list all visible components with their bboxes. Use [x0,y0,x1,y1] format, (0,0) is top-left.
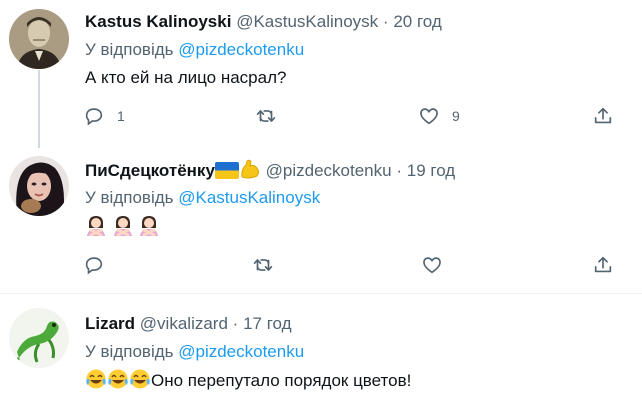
reply-to-line: У відповідь @KastusKalinoysk [85,187,320,209]
avatar-kastus[interactable] [9,9,69,69]
reply-mention-link[interactable]: @pizdeckotenku [178,40,304,59]
display-name[interactable]: Kastus Kalinoyski [85,12,231,31]
flexed-biceps-icon [241,159,259,179]
share-icon [594,256,612,273]
reply-count: 1 [117,108,125,124]
user-handle[interactable]: @pizdeckotenku [266,161,392,180]
reply-icon [85,257,103,275]
like-count: 9 [452,108,460,124]
like-icon [420,108,438,125]
reply-prefix: У відповідь [85,188,174,207]
like-button[interactable] [421,252,443,278]
reply-to-line: У відповідь @pizdeckotenku [85,39,304,61]
woman-gesturing-no-icon [87,216,105,236]
tweet-3[interactable]: Lizard @vikalizard · 17 год У відповідь … [0,294,642,402]
ukraine-flag-icon [214,162,239,179]
avatar-lizard[interactable] [9,308,69,368]
user-handle[interactable]: @KastusKalinoysk [236,12,378,31]
action-bar: 1 9 [0,103,642,129]
tweet-1[interactable]: Kastus Kalinoyski @KastusKalinoysk · 20 … [0,0,642,148]
share-icon [594,107,612,124]
woman-gesturing-no-icon [113,216,132,236]
separator-dot: · [396,161,402,180]
retweet-icon [253,259,273,271]
share-button[interactable] [592,252,614,278]
tweet-text [85,214,160,239]
tweet-text: А кто ей на лицо насрал? [85,68,287,87]
avatar-pizdeckotenku[interactable] [9,156,69,216]
tweet-text-line: Оно перепутало порядок цветов! [85,368,411,393]
face-with-tears-of-joy-icon [108,369,128,389]
timestamp[interactable]: 20 год [393,12,441,31]
reply-button[interactable] [83,252,105,278]
tweet-header: Lizard @vikalizard · 17 год [85,313,292,335]
reply-mention-link[interactable]: @pizdeckotenku [178,342,304,361]
tweet-header: Kastus Kalinoyski @KastusKalinoysk · 20 … [85,11,442,33]
retweet-button[interactable] [255,103,277,129]
face-with-tears-of-joy-icon [130,369,150,389]
action-bar [0,252,642,278]
user-handle[interactable]: @vikalizard [140,314,228,333]
like-button[interactable]: 9 [418,103,460,129]
like-icon [423,257,441,274]
reply-button[interactable]: 1 [83,103,125,129]
reply-mention-link[interactable]: @KastusKalinoysk [178,188,320,207]
reply-to-line: У відповідь @pizdeckotenku [85,341,304,363]
retweet-button[interactable] [252,252,274,278]
reply-prefix: У відповідь [85,40,174,59]
display-name[interactable]: Lizard [85,314,135,333]
separator-dot: · [232,314,239,333]
timestamp[interactable]: 17 год [243,314,291,333]
share-button[interactable] [592,103,614,129]
retweet-icon [256,110,276,122]
reply-prefix: У відповідь [85,342,174,361]
timestamp[interactable]: 19 год [407,161,455,180]
display-name[interactable]: ПиСдецкотёнку [85,161,215,180]
woman-gesturing-no-icon [140,216,159,236]
reply-icon [85,108,103,126]
face-with-tears-of-joy-icon [86,369,106,389]
tweet-header: ПиСдецкотёнку @pizdeckotenku · 19 год [85,159,455,182]
tweet-2[interactable]: ПиСдецкотёнку @pizdeckotenku · 19 год У … [0,148,642,288]
tweet-text: Оно перепутало порядок цветов! [151,371,412,390]
separator-dot: · [382,12,389,31]
